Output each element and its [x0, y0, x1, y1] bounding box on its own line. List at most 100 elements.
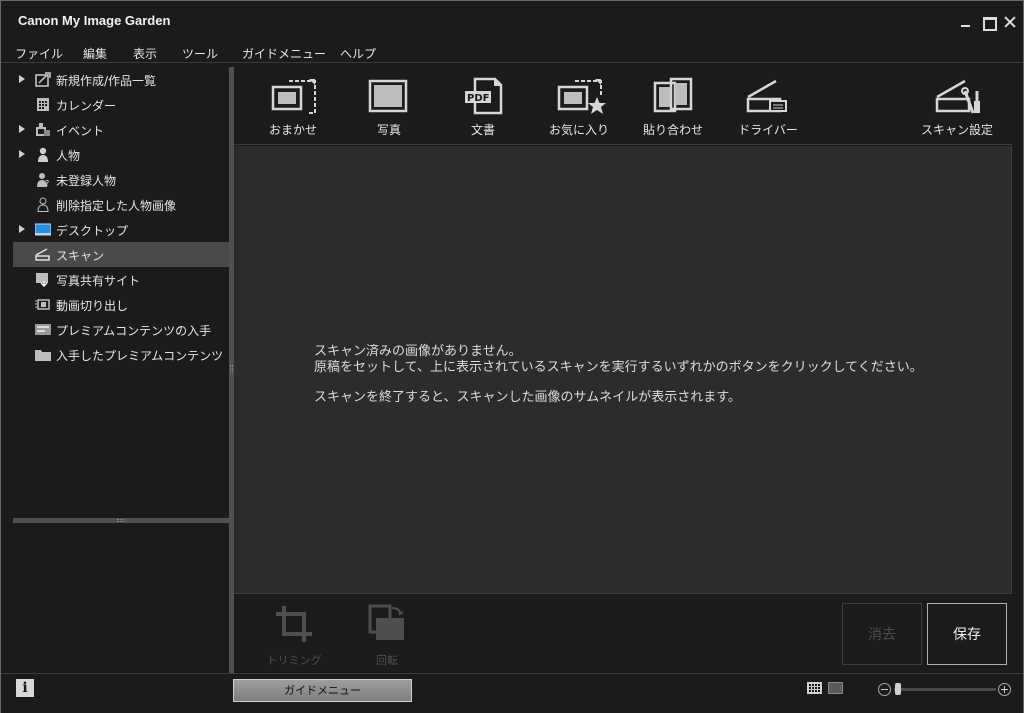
- document-scan-label: 文書: [470, 123, 495, 137]
- sidebar-item-scan[interactable]: スキャン: [13, 242, 229, 267]
- delete-button[interactable]: 消去: [842, 603, 922, 665]
- document-scan-button[interactable]: PDF 文書: [443, 73, 523, 139]
- sidebar-item-label: 入手したプレミアムコンテンツ: [56, 349, 224, 363]
- sidebar-item-label: スキャン: [56, 249, 105, 263]
- edit-bar: トリミング 回転 消去 保存: [234, 593, 1012, 673]
- sidebar-item-label: 削除指定した人物画像: [56, 199, 177, 213]
- sidebar-item-label: 動画切り出し: [56, 299, 129, 313]
- grip-icon: [117, 519, 125, 522]
- sidebar-item-new-work[interactable]: 新規作成/作品一覧: [13, 67, 229, 92]
- expand-arrow-icon[interactable]: [19, 150, 25, 158]
- sidebar-lower-pane: [13, 523, 229, 673]
- photo-icon: [368, 79, 408, 113]
- guide-menu-button[interactable]: ガイドメニュー: [233, 679, 412, 702]
- rotate-button[interactable]: 回転: [352, 602, 422, 668]
- stitch-scan-button[interactable]: 貼り合わせ: [633, 73, 713, 139]
- sidebar-item-calendar[interactable]: カレンダー: [13, 92, 229, 117]
- sidebar-item-deleted-people[interactable]: 削除指定した人物画像: [13, 192, 229, 217]
- person-icon: [38, 147, 48, 162]
- expand-arrow-icon[interactable]: [19, 125, 25, 133]
- favorite-scan-label: お気に入り: [548, 123, 609, 137]
- sidebar-item-people[interactable]: 人物: [13, 142, 229, 167]
- sidebar-item-label: カレンダー: [56, 99, 117, 113]
- pdf-glyph: PDF: [467, 93, 489, 104]
- zoom-thumb[interactable]: [895, 683, 901, 695]
- expand-arrow-icon[interactable]: [19, 225, 25, 233]
- app-window: Canon My Image Garden ファイル 編集 表示 ツール ガイド…: [0, 0, 1024, 713]
- scan-settings-label: スキャン設定: [920, 123, 993, 137]
- window-title: Canon My Image Garden: [18, 13, 171, 28]
- sidebar-item-unregistered-people[interactable]: ? 未登録人物: [13, 167, 229, 192]
- status-bar: i ガイドメニュー: [1, 673, 1023, 713]
- menu-file[interactable]: ファイル: [15, 45, 63, 62]
- expand-arrow-icon[interactable]: [19, 75, 25, 83]
- title-bar: Canon My Image Garden: [1, 1, 1023, 41]
- scan-settings-button[interactable]: スキャン設定: [917, 73, 997, 139]
- sidebar-item-event[interactable]: イベント: [13, 117, 229, 142]
- menu-edit[interactable]: 編集: [83, 45, 107, 62]
- zoom-track[interactable]: [894, 688, 996, 691]
- trim-button[interactable]: トリミング: [259, 602, 329, 668]
- event-icon: [36, 123, 50, 136]
- favorite-scan-icon: [557, 79, 606, 114]
- menu-bar: ファイル 編集 表示 ツール ガイドメニュー ヘルプ: [1, 41, 1023, 63]
- photo-share-icon: [36, 273, 48, 287]
- sidebar-tree: 新規作成/作品一覧 カレンダー イベント 人物 ? 未登録人物 削除指定した人物…: [13, 67, 229, 517]
- rotate-icon: [368, 604, 404, 640]
- instruction-message: 原稿をセットして、上に表示されているスキャンを実行するいずれかのボタンをクリック…: [314, 360, 923, 375]
- sidebar-item-label: 未登録人物: [56, 174, 117, 188]
- scan-icon: [35, 248, 50, 261]
- scan-settings-icon: [935, 79, 980, 114]
- sidebar-item-desktop[interactable]: デスクトップ: [13, 217, 229, 242]
- photo-scan-button[interactable]: 写真: [349, 73, 429, 139]
- sidebar-item-label: デスクトップ: [56, 224, 129, 238]
- result-message: スキャンを終了すると、スキャンした画像のサムネイルが表示されます。: [314, 390, 741, 405]
- scan-toolbar: おまかせ 写真 PDF 文書 お気に入り 貼り合わせ ドライバー スキャン設定: [234, 67, 1012, 145]
- auto-scan-icon: [271, 79, 316, 114]
- minimize-icon[interactable]: [959, 15, 973, 29]
- unregistered-person-icon: ?: [37, 173, 49, 187]
- detail-view-icon[interactable]: [828, 682, 843, 694]
- menu-guide[interactable]: ガイドメニュー: [242, 45, 326, 62]
- trim-label: トリミング: [266, 654, 322, 667]
- favorite-scan-button[interactable]: お気に入り: [539, 73, 619, 139]
- zoom-slider[interactable]: [878, 682, 1013, 698]
- sidebar-item-premium-download[interactable]: プレミアムコンテンツの入手: [13, 317, 229, 342]
- zoom-in-icon[interactable]: [998, 683, 1011, 696]
- deleted-person-icon: [37, 197, 49, 212]
- stitch-scan-label: 貼り合わせ: [642, 123, 703, 137]
- new-work-icon: [35, 72, 51, 87]
- driver-scan-button[interactable]: ドライバー: [728, 73, 808, 139]
- rotate-label: 回転: [376, 654, 398, 667]
- auto-scan-label: おまかせ: [268, 123, 317, 137]
- pdf-document-icon: PDF: [465, 77, 503, 115]
- scan-content-area: スキャン済みの画像がありません。 原稿をセットして、上に表示されているスキャンを…: [234, 146, 1012, 593]
- zoom-out-icon[interactable]: [878, 683, 891, 696]
- grip-icon: [230, 365, 233, 373]
- sidebar-item-photo-share[interactable]: 写真共有サイト: [13, 267, 229, 292]
- sidebar-item-premium-owned[interactable]: 入手したプレミアムコンテンツ: [13, 342, 229, 367]
- menu-help[interactable]: ヘルプ: [340, 45, 376, 62]
- sidebar-item-label: 新規作成/作品一覧: [56, 74, 157, 88]
- maximize-icon[interactable]: [981, 15, 997, 31]
- sidebar-item-label: プレミアムコンテンツの入手: [56, 324, 212, 338]
- menu-tools[interactable]: ツール: [182, 45, 218, 62]
- info-icon[interactable]: i: [16, 679, 34, 697]
- scanner-driver-icon: [746, 79, 787, 113]
- video-capture-icon: [35, 299, 50, 310]
- menu-view[interactable]: 表示: [133, 45, 157, 62]
- thumbnail-view-icon[interactable]: [807, 682, 822, 694]
- sidebar-item-label: 写真共有サイト: [56, 274, 141, 288]
- svg-text:?: ?: [45, 179, 49, 187]
- calendar-icon: [37, 98, 49, 111]
- stitch-icon: [653, 77, 693, 113]
- sidebar-item-label: 人物: [56, 149, 81, 163]
- desktop-icon: [35, 223, 51, 236]
- photo-scan-label: 写真: [376, 123, 401, 137]
- save-button[interactable]: 保存: [927, 603, 1007, 665]
- sidebar-item-video-capture[interactable]: 動画切り出し: [13, 292, 229, 317]
- premium-download-icon: [35, 324, 51, 335]
- close-icon[interactable]: [1003, 15, 1017, 29]
- auto-scan-button[interactable]: おまかせ: [253, 73, 333, 139]
- crop-icon: [276, 606, 312, 642]
